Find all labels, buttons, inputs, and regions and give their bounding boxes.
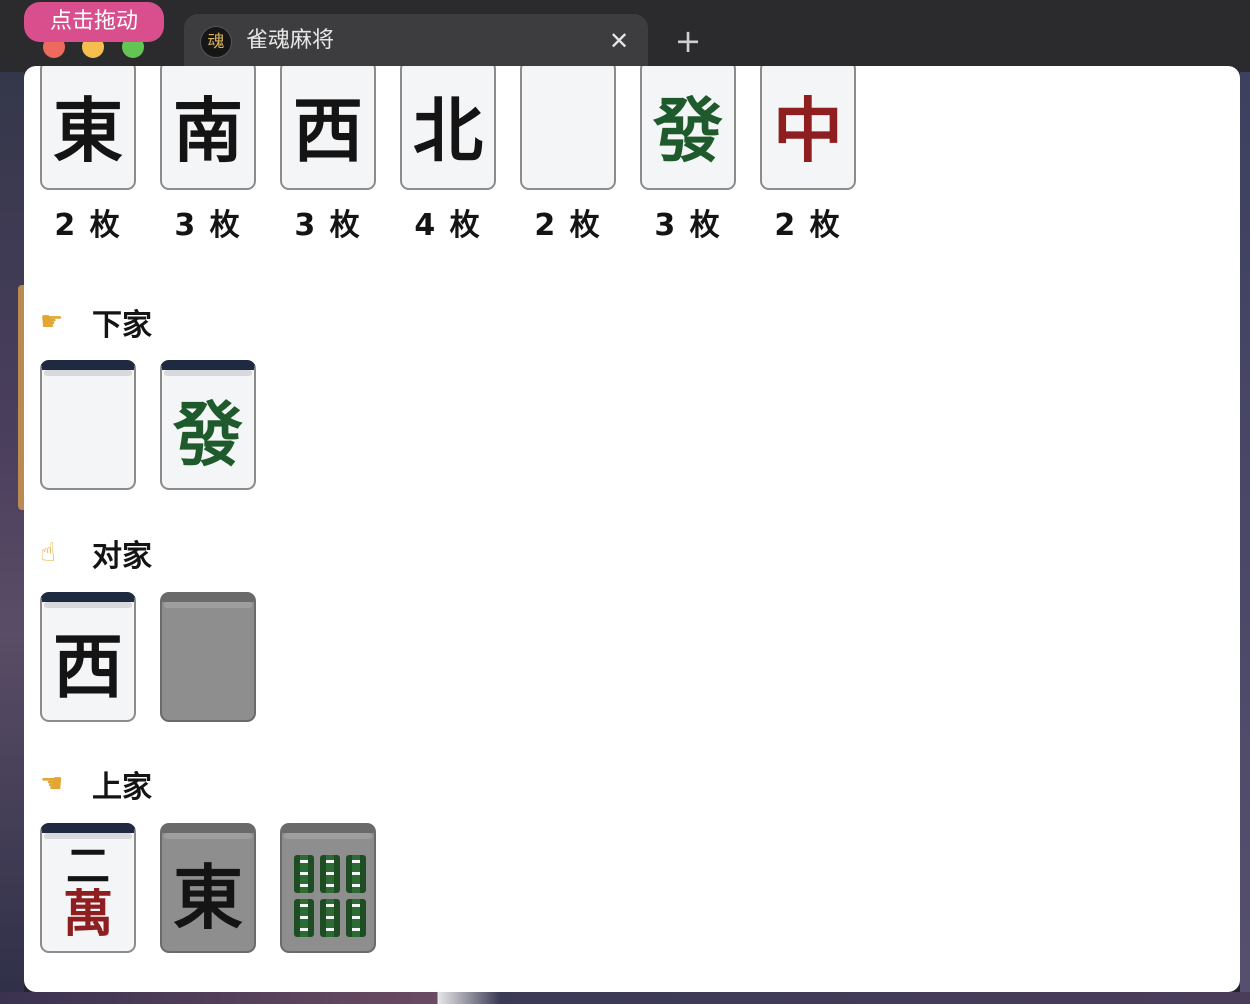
- tile-glyph: 發: [173, 392, 243, 476]
- tile-count-west: 3 枚: [294, 208, 362, 243]
- tile-glyph: 北: [413, 88, 483, 172]
- new-tab-plus-icon[interactable]: +: [672, 25, 704, 58]
- game-favicon-icon: 魂: [200, 26, 232, 58]
- drag-handle-badge[interactable]: 点击拖动: [24, 2, 164, 42]
- section-label: 上家: [92, 770, 152, 805]
- tile-east: 東: [40, 66, 136, 190]
- bamboo-stick: [320, 855, 340, 893]
- browser-tab[interactable]: 魂 雀魂麻将 ✕: [184, 14, 648, 74]
- tile-count-red-dragon: 2 枚: [774, 208, 842, 243]
- bamboo-stick: [294, 899, 314, 937]
- tile-glyph: 東: [173, 855, 243, 939]
- manzu-suit: 萬: [63, 884, 113, 943]
- tile-white-dragon: [520, 66, 616, 190]
- tile-count-north: 4 枚: [414, 208, 482, 243]
- section-label: 对家: [92, 539, 152, 574]
- tile-red-dragon: 中: [760, 66, 856, 190]
- bamboo-stick: [346, 899, 366, 937]
- manzu-number: 二: [66, 841, 110, 892]
- discard-tile-west: 西: [40, 592, 136, 722]
- discard-tile-6-sou-dimmed: [280, 823, 376, 953]
- discard-tile-east-dimmed: 東: [160, 823, 256, 953]
- tile-south: 南: [160, 66, 256, 190]
- discard-tile-green-dragon: 發: [160, 360, 256, 490]
- tile-glyph: 南: [173, 88, 243, 172]
- tile-glyph: 東: [53, 88, 123, 172]
- section-shimocha: ☛ 下家: [40, 302, 152, 343]
- bamboo-stick: [320, 899, 340, 937]
- tile-north: 北: [400, 66, 496, 190]
- tile-green-dragon: 發: [640, 66, 736, 190]
- pointing-right-hand-icon: ☛: [40, 307, 64, 337]
- pointing-up-hand-icon: ☝: [40, 538, 56, 568]
- tab-close-icon[interactable]: ✕: [604, 26, 634, 56]
- tile-tracker-panel: 東 2 枚 南 3 枚 西 3 枚 北 4 枚 2 枚 發 3 枚 中 2 枚 …: [24, 66, 1240, 992]
- tab-title: 雀魂麻将: [246, 28, 335, 53]
- discard-tile-white-dragon: [40, 360, 136, 490]
- section-label: 下家: [92, 308, 152, 343]
- discard-tile-dimmed-blank: [160, 592, 256, 722]
- bamboo-stick: [294, 855, 314, 893]
- tile-glyph-manzu: 二 萬: [42, 833, 134, 951]
- tile-glyph: [522, 66, 614, 188]
- section-toimen: ☝ 对家: [40, 533, 152, 574]
- tile-count-south: 3 枚: [174, 208, 242, 243]
- tile-glyph: 西: [293, 88, 363, 172]
- tile-count-green-dragon: 3 枚: [654, 208, 722, 243]
- tile-west: 西: [280, 66, 376, 190]
- tile-glyph: [42, 370, 134, 488]
- tile-glyph: [162, 602, 254, 720]
- background-game-strip-right: [1240, 72, 1250, 1004]
- six-bamboo-icon: [294, 855, 366, 937]
- section-kamicha: ☚ 上家: [40, 764, 152, 805]
- bamboo-stick: [346, 855, 366, 893]
- tile-glyph: 中: [773, 88, 843, 172]
- discard-tile-2-man: 二 萬: [40, 823, 136, 953]
- tile-count-east: 2 枚: [54, 208, 122, 243]
- pointing-left-hand-icon: ☚: [40, 769, 64, 799]
- tile-glyph: 西: [53, 624, 123, 708]
- tile-count-white-dragon: 2 枚: [534, 208, 602, 243]
- window-titlebar: 魂 雀魂麻将 ✕ +: [0, 0, 1250, 74]
- background-game-strip-left: [0, 72, 24, 1004]
- tile-glyph: 發: [653, 88, 723, 172]
- background-game-strip-bottom: [0, 992, 1250, 1004]
